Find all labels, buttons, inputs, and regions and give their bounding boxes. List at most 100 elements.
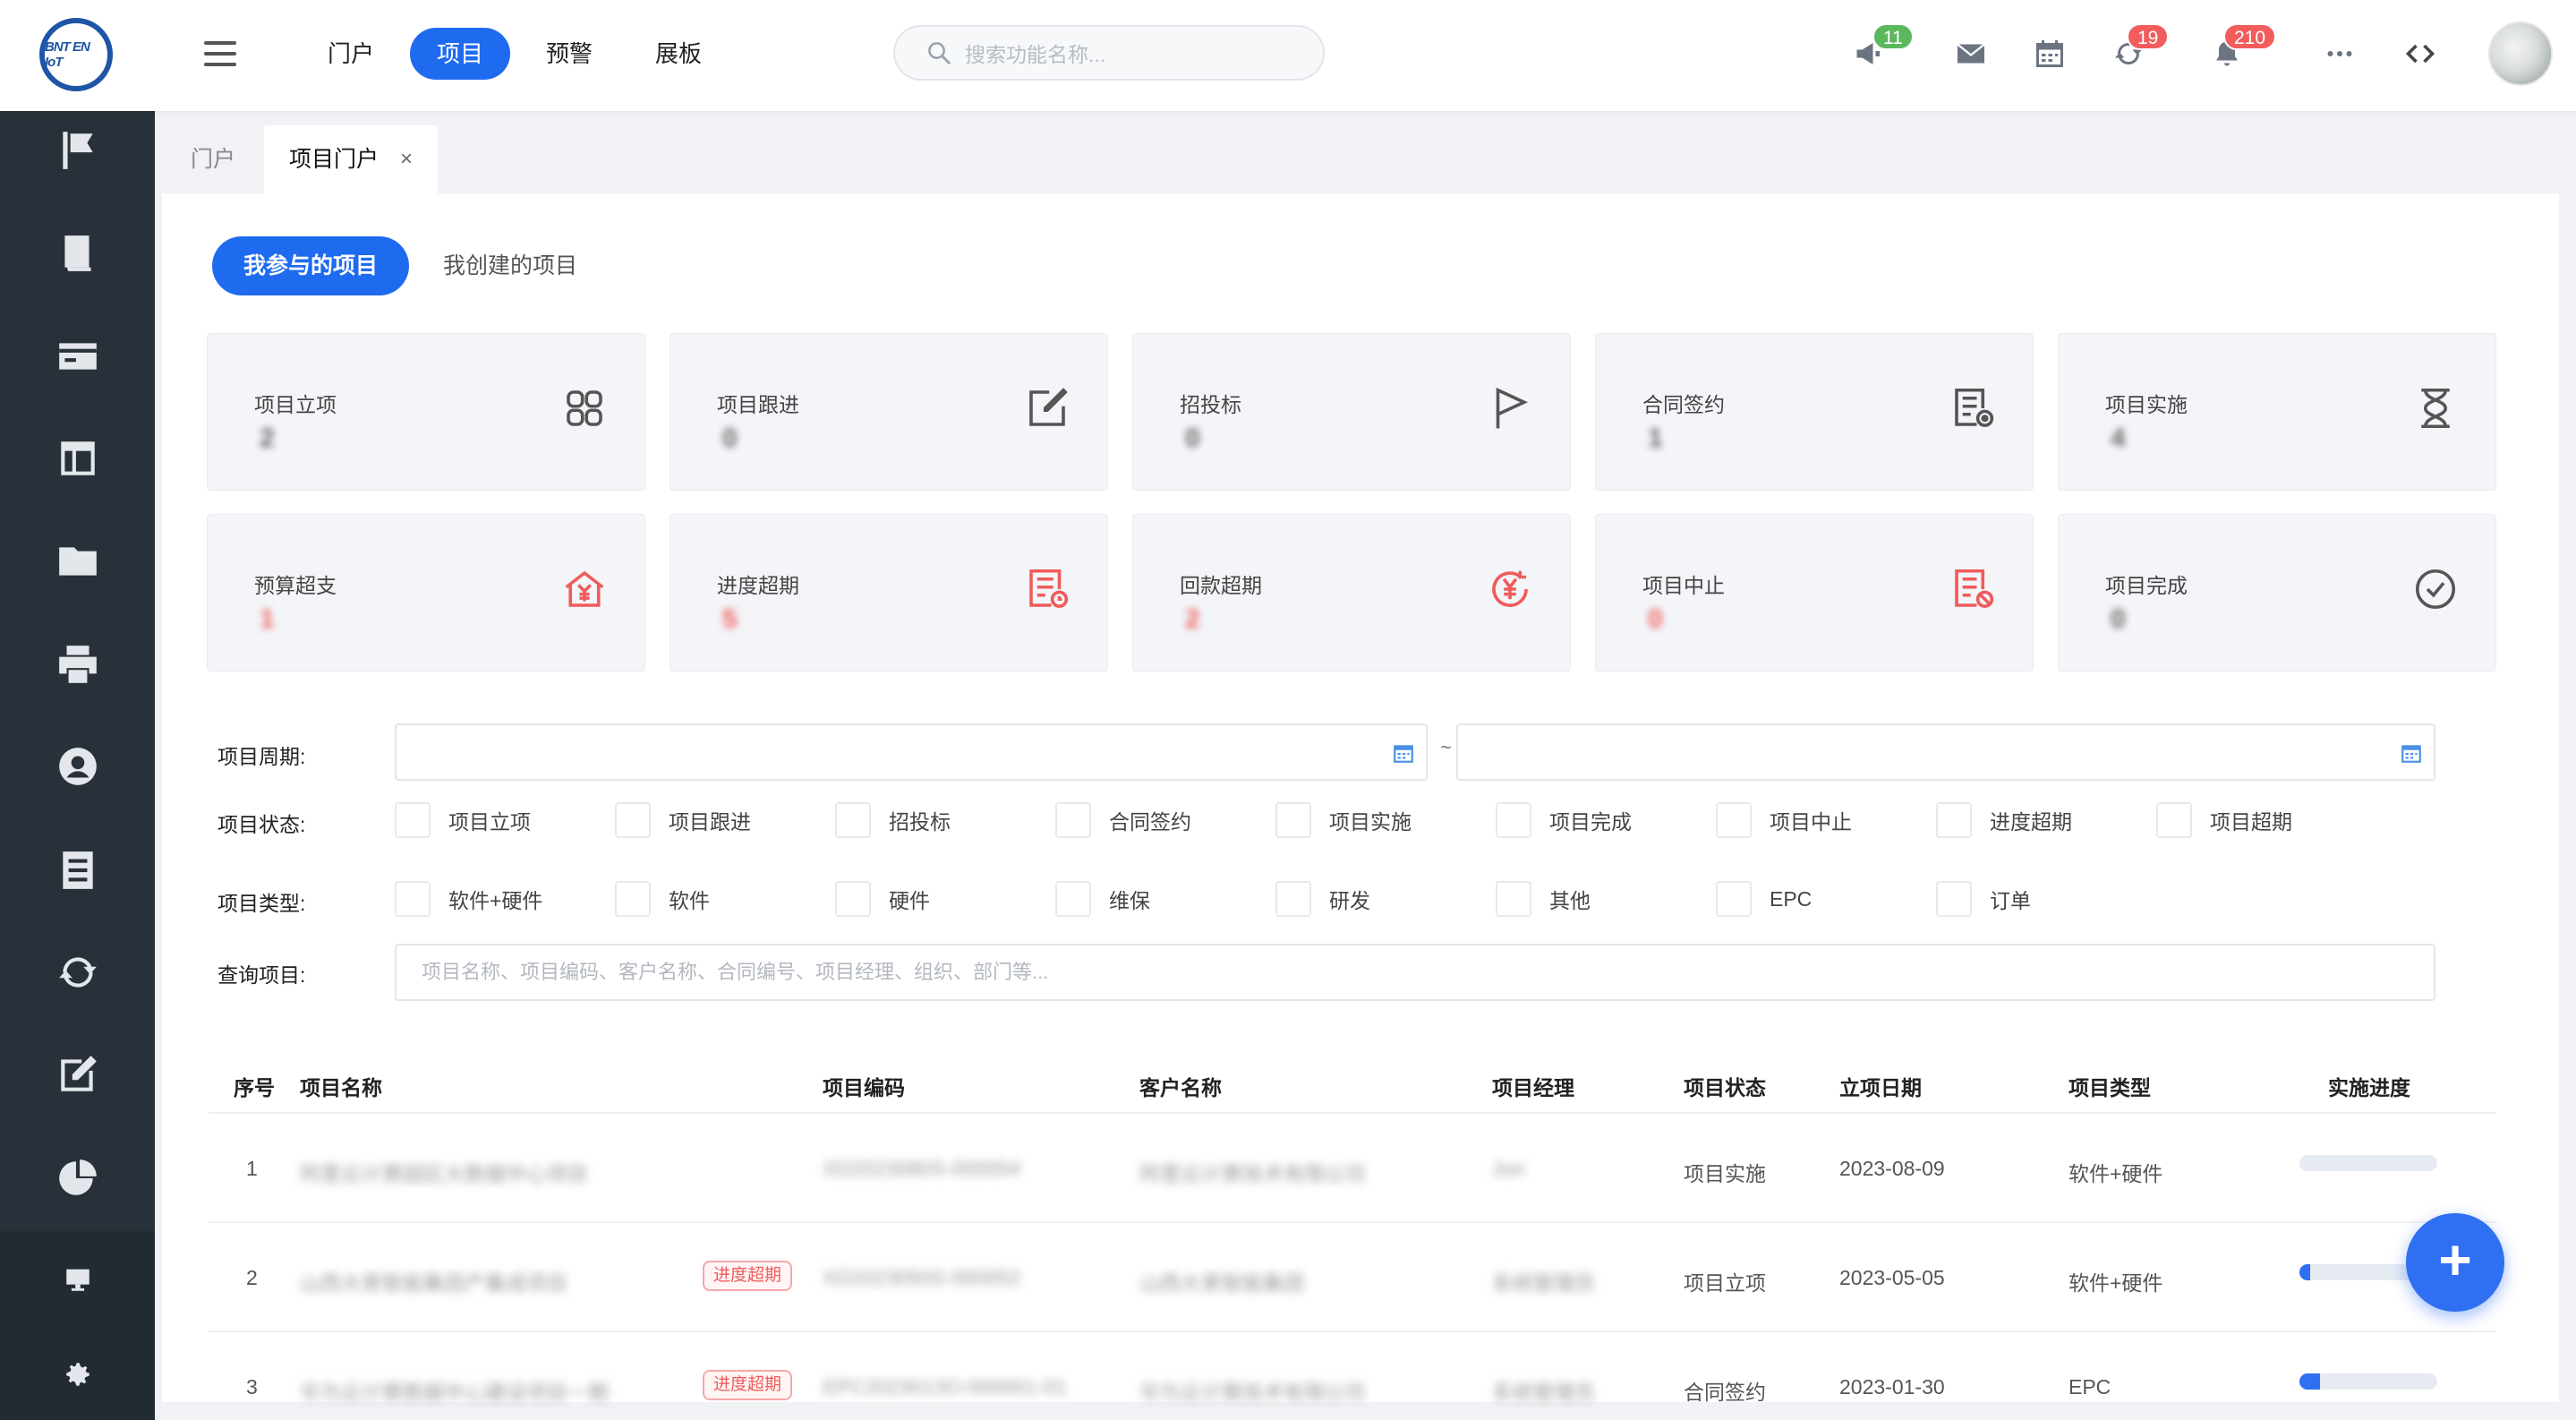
stat-card-contract-signing[interactable]: 合同签约 1 (1595, 333, 2034, 491)
code-toggle-icon[interactable] (2401, 34, 2440, 73)
query-label: 查询项目: (218, 963, 306, 987)
type-checkbox[interactable]: 其他 (1496, 881, 1591, 917)
calendar-icon[interactable] (2030, 34, 2069, 73)
type-checkbox[interactable]: EPC (1716, 881, 1812, 917)
status-checkbox[interactable]: 项目超期 (2156, 802, 2292, 838)
status-checkbox[interactable]: 项目立项 (395, 802, 531, 838)
period-label: 项目周期: (218, 745, 306, 768)
segment-my-projects[interactable]: 我参与的项目 (212, 236, 409, 295)
sidebar-user-circle-icon[interactable] (0, 731, 155, 802)
nav-project[interactable]: 项目 (410, 28, 511, 80)
sidebar-layout-icon[interactable] (0, 423, 155, 494)
sidebar-printer-icon[interactable] (0, 629, 155, 700)
sidebar-settings-icon[interactable] (0, 1339, 155, 1410)
stat-card-schedule-overdue[interactable]: 进度超期 5 (670, 514, 1108, 672)
yen-icon (1486, 565, 1534, 613)
start-date-input[interactable] (395, 723, 1428, 781)
cell-project-manager: 系统管理员 (1492, 1381, 1595, 1404)
tab-project-portal-label: 项目门户 (289, 147, 380, 172)
stat-value: 1 (260, 604, 275, 634)
cell-project-name[interactable]: 华为云计算数据中心建设项目一期 (300, 1375, 609, 1406)
nav-warning[interactable]: 预警 (519, 28, 619, 80)
query-input[interactable]: 项目名称、项目编码、客户名称、合同编号、项目经理、组织、部门等... (395, 944, 2435, 1001)
sidebar-book-icon[interactable] (0, 217, 155, 288)
more-icon[interactable] (2320, 34, 2359, 73)
tab-project-portal[interactable]: 项目门户 × (264, 125, 438, 193)
sidebar-refresh-icon[interactable] (0, 937, 155, 1008)
sidebar-monitor-icon[interactable] (0, 1244, 155, 1315)
sidebar (0, 111, 155, 1420)
cell-index: 2 (246, 1266, 258, 1289)
announcement-badge: 11 (1872, 23, 1914, 50)
nav-portal[interactable]: 门户 (301, 28, 401, 80)
th-project-status: 项目状态 (1684, 1076, 1766, 1099)
tab-portal[interactable]: 门户 (191, 125, 235, 193)
stat-card-implementation[interactable]: 项目实施 4 (2058, 333, 2496, 491)
cell-project-name[interactable]: 阿里云计算园区大数据中心项目 (300, 1157, 588, 1187)
stat-card-bidding[interactable]: 招投标 0 (1132, 333, 1571, 491)
progress-bar (2299, 1155, 2437, 1171)
calendar-icon[interactable] (1392, 741, 1415, 765)
stat-value: 0 (722, 423, 738, 453)
stat-card-payment-overdue[interactable]: 回款超期 2 (1132, 514, 1571, 672)
stat-label: 项目立项 (254, 393, 337, 416)
search-icon (928, 42, 951, 64)
type-checkbox[interactable]: 维保 (1055, 881, 1150, 917)
status-checkbox[interactable]: 项目完成 (1496, 802, 1632, 838)
segment-created-projects[interactable]: 我创建的项目 (443, 236, 577, 295)
right-gutter (2559, 193, 2576, 1420)
stat-value: 1 (1648, 423, 1663, 453)
stat-card-project-completed[interactable]: 项目完成 0 (2058, 514, 2496, 672)
stat-card-project-initiation[interactable]: 项目立项 2 (207, 333, 645, 491)
status-checkbox[interactable]: 进度超期 (1936, 802, 2072, 838)
nav-board[interactable]: 展板 (628, 28, 729, 80)
type-checkbox[interactable]: 研发 (1275, 881, 1370, 917)
stat-card-project-followup[interactable]: 项目跟进 0 (670, 333, 1108, 491)
table-divider (209, 1330, 2496, 1332)
stat-card-project-suspended[interactable]: 项目中止 0 (1595, 514, 2034, 672)
sidebar-folder-icon[interactable] (0, 525, 155, 596)
sidebar-flag-icon[interactable] (0, 115, 155, 186)
calendar-icon[interactable] (2400, 741, 2423, 765)
status-label: 项目状态: (218, 813, 306, 836)
tab-close-icon[interactable]: × (400, 125, 413, 193)
flag-icon (1486, 384, 1534, 432)
search-input[interactable]: 搜索功能名称... (893, 25, 1325, 81)
end-date-input[interactable] (1456, 723, 2435, 781)
cell-project-name[interactable]: 山西大景智能集团产集成项目 (300, 1266, 567, 1296)
mail-icon[interactable] (1951, 34, 1991, 73)
sidebar-pie-chart-icon[interactable] (0, 1142, 155, 1214)
stop-icon (1949, 565, 1997, 613)
type-checkbox[interactable]: 软件+硬件 (395, 881, 542, 917)
add-project-button[interactable]: + (2406, 1213, 2504, 1312)
type-checkbox[interactable]: 软件 (615, 881, 710, 917)
table-divider (209, 1112, 2496, 1114)
edit-icon (1023, 384, 1071, 432)
status-checkbox[interactable]: 项目跟进 (615, 802, 751, 838)
cell-initiation-date: 2023-01-30 (1839, 1375, 1945, 1399)
cell-initiation-date: 2023-05-05 (1839, 1266, 1945, 1289)
overdue-tag: 进度超期 (703, 1261, 793, 1291)
app-logo[interactable]: BNT EN IoT (39, 18, 113, 91)
stat-label: 项目实施 (2105, 393, 2188, 416)
user-avatar[interactable] (2488, 21, 2553, 86)
sidebar-card-icon[interactable] (0, 321, 155, 392)
cell-initiation-date: 2023-08-09 (1839, 1157, 1945, 1180)
menu-toggle-button[interactable] (204, 41, 236, 66)
status-checkbox[interactable]: 项目实施 (1275, 802, 1412, 838)
type-checkbox[interactable]: 订单 (1936, 881, 2031, 917)
status-checkbox[interactable]: 招投标 (835, 802, 951, 838)
sidebar-edit-icon[interactable] (0, 1039, 155, 1110)
cell-project-type: 软件+硬件 (2068, 1162, 2163, 1185)
stat-value: 0 (1648, 604, 1663, 634)
sync-badge: 19 (2127, 23, 2170, 50)
plus-icon: + (2438, 1228, 2472, 1292)
budget-icon (560, 565, 609, 613)
sidebar-document-icon[interactable] (0, 834, 155, 906)
status-checkbox[interactable]: 项目中止 (1716, 802, 1852, 838)
status-checkbox[interactable]: 合同签约 (1055, 802, 1191, 838)
grid-icon (560, 384, 609, 432)
type-checkbox[interactable]: 硬件 (835, 881, 930, 917)
th-project-type: 项目类型 (2068, 1076, 2151, 1099)
stat-card-budget-overrun[interactable]: 预算超支 1 (207, 514, 645, 672)
